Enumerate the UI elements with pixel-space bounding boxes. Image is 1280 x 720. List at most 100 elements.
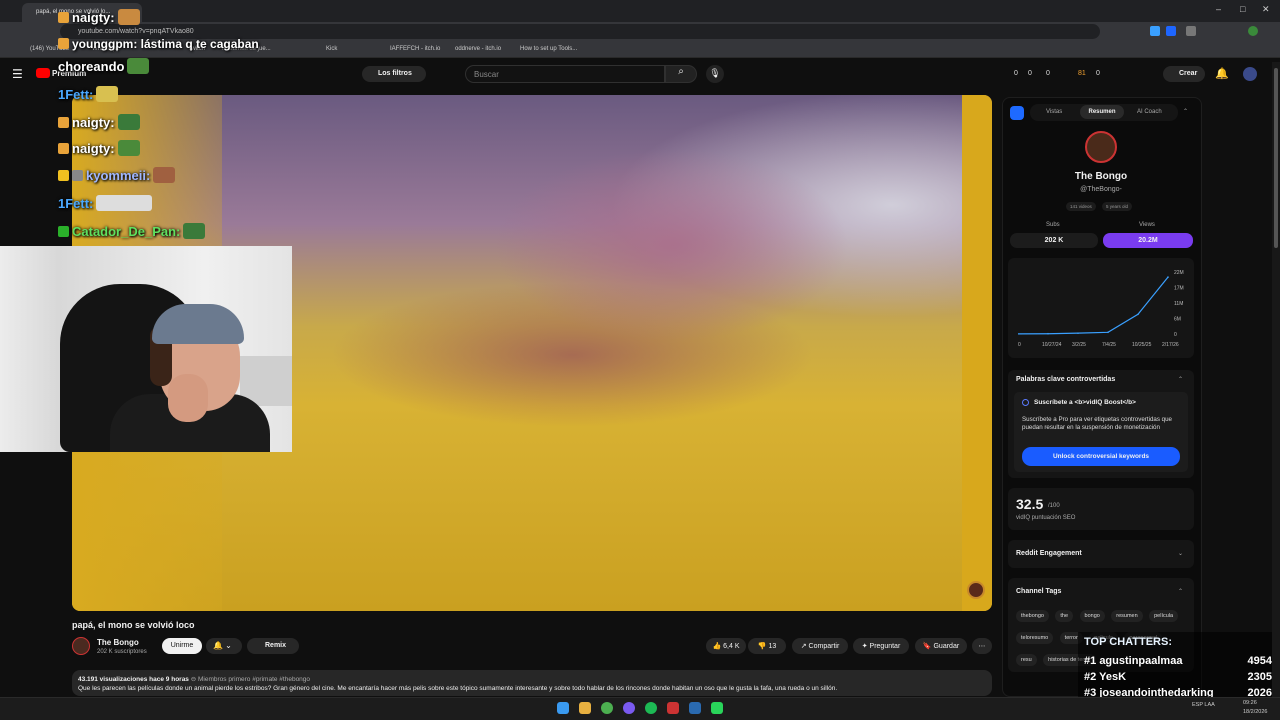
tag[interactable]: the: [1055, 610, 1074, 622]
top-chatter-row: #1 agustinpaalmaa: [1084, 655, 1183, 667]
chat-message: younggpm: lástima q te cagaban: [58, 37, 259, 51]
stat-value: 0: [1028, 70, 1032, 77]
channel-watermark-icon: [967, 581, 985, 599]
unlock-keywords-button[interactable]: Unlock controversial keywords: [1022, 447, 1180, 466]
extension-icon[interactable]: [1150, 26, 1160, 36]
browser-tab-bar: papá, el mono se volvió lo... – □ ✕: [0, 0, 1280, 22]
ask-button[interactable]: ✦ Preguntar: [853, 638, 909, 654]
person-cap: [152, 304, 244, 344]
more-actions-button[interactable]: ⋯: [972, 638, 992, 654]
bookmark[interactable]: Kick: [326, 46, 337, 52]
filters-label: Los filtros: [378, 70, 412, 77]
search-input[interactable]: Buscar: [465, 65, 665, 83]
stat-value: 0: [1014, 70, 1018, 77]
start-icon[interactable]: [557, 702, 569, 714]
tag[interactable]: resumen: [1111, 610, 1143, 622]
y-tick-label: 17M: [1174, 286, 1184, 292]
obs-icon[interactable]: [623, 702, 635, 714]
chevron-up-icon[interactable]: ⌃: [1178, 376, 1183, 383]
extension-icon[interactable]: [1186, 26, 1196, 36]
bookmark[interactable]: IAFFEFCH - itch.io: [390, 46, 440, 52]
tab-ai-coach[interactable]: AI Coach: [1137, 109, 1162, 115]
share-button[interactable]: ↗ Compartir: [792, 638, 848, 654]
like-button[interactable]: 👍 6,4 K: [706, 638, 746, 654]
chevron-up-icon[interactable]: ⌃: [1178, 588, 1183, 595]
views-data-point: [1167, 276, 1169, 278]
notification-bell-button[interactable]: 🔔 ⌄: [206, 638, 242, 654]
url-text: youtube.com/watch?v=pnqATVkao80: [78, 28, 194, 35]
x-tick-label: 7/4/25: [1102, 342, 1116, 348]
channel-avatar[interactable]: [72, 637, 90, 655]
views-data-point: [1077, 332, 1079, 334]
tag[interactable]: bongo: [1079, 610, 1105, 622]
reddit-engagement-card[interactable]: Reddit Engagement ⌄: [1008, 540, 1194, 568]
subs-label: Subs: [1046, 222, 1060, 228]
menu-icon[interactable]: ☰: [12, 67, 23, 81]
boost-text: Suscríbete a Pro para ver etiquetas cont…: [1022, 416, 1172, 431]
save-button[interactable]: 🔖 Guardar: [915, 638, 967, 654]
y-tick-label: 11M: [1174, 301, 1183, 307]
tag[interactable]: teloresumo: [1016, 632, 1054, 644]
create-label: Crear: [1179, 70, 1198, 77]
file-explorer-icon[interactable]: [579, 702, 591, 714]
views-data-point: [1137, 313, 1139, 316]
clock-time[interactable]: 09:26: [1243, 700, 1257, 706]
spotify-icon[interactable]: [645, 702, 657, 714]
close-icon[interactable]: ✕: [1262, 4, 1270, 15]
stat-value: 81: [1078, 70, 1086, 77]
chevron-down-icon[interactable]: ⌄: [1178, 550, 1183, 557]
channel-age: 5 years old: [1102, 202, 1133, 211]
dislike-icon: 👎: [757, 643, 767, 650]
windows-taskbar: [0, 697, 1280, 720]
create-button[interactable]: Crear: [1163, 66, 1205, 82]
filters-button[interactable]: Los filtros: [362, 66, 426, 82]
notifications-icon[interactable]: 🔔: [1215, 67, 1229, 80]
subs-value[interactable]: 202 K: [1010, 233, 1098, 248]
tag[interactable]: thebongo: [1016, 610, 1049, 622]
bookmark[interactable]: oddnerve - itch.io: [455, 46, 501, 52]
tab-views[interactable]: Vistas: [1046, 109, 1062, 115]
minimize-icon[interactable]: –: [1216, 4, 1221, 14]
bookmark[interactable]: How to set up Tools...: [520, 46, 577, 52]
vidiq-logo-icon: [1010, 106, 1024, 120]
stat-value: 0: [1096, 70, 1100, 77]
tag[interactable]: resu: [1016, 654, 1037, 666]
description-box[interactable]: [72, 670, 992, 696]
tag[interactable]: película: [1149, 610, 1179, 622]
voice-search-icon[interactable]: 🎙: [706, 65, 724, 83]
join-button[interactable]: Unirme: [162, 638, 202, 654]
remix-button[interactable]: Remix: [247, 638, 299, 654]
views-chart-card: 22M 17M 11M 6M 0 0 10/27/24 3/2/25 7/4/25 10/25/2…: [1008, 258, 1194, 358]
extension-icon[interactable]: [1166, 26, 1176, 36]
language-indicator[interactable]: ESP LAA: [1192, 702, 1215, 708]
controversial-keywords-card: Palabras clave controvertidas ⌃ Suscríbe…: [1008, 370, 1194, 478]
bell-icon: 🔔 ⌄: [213, 641, 232, 650]
like-icon: 👍: [712, 643, 722, 650]
boost-title: Suscríbete a <b>vidIQ Boost</b>: [1034, 399, 1136, 406]
youtube-logo-icon[interactable]: [36, 68, 50, 78]
channel-name[interactable]: The Bongo: [97, 638, 139, 647]
views-label: Views: [1139, 222, 1155, 228]
collapse-icon[interactable]: ⌃: [1183, 108, 1188, 115]
video-meta: 43.191 visualizaciones hace 9 horas ⊖ Mi…: [78, 676, 311, 683]
top-chatter-row: #2 YesK: [1084, 671, 1127, 683]
vidiq-channel-handle: @TheBongo-: [1080, 186, 1122, 193]
chrome-icon[interactable]: [601, 702, 613, 714]
views-value[interactable]: 20.2M: [1103, 233, 1193, 248]
dislike-button[interactable]: 👎 13: [748, 638, 786, 654]
steam-icon[interactable]: [689, 702, 701, 714]
chat-message: 1Fett:: [58, 86, 119, 102]
tab-summary[interactable]: Resumen: [1080, 105, 1124, 119]
app-icon[interactable]: [667, 702, 679, 714]
chat-message: kyommeii:: [58, 167, 176, 183]
maximize-icon[interactable]: □: [1240, 4, 1245, 14]
x-tick-label: 10/27/24: [1042, 342, 1062, 348]
scrollbar-thumb[interactable]: [1274, 68, 1278, 248]
x-tick-label: 2/17/26: [1162, 342, 1179, 348]
account-avatar[interactable]: [1243, 67, 1257, 81]
profile-avatar[interactable]: [1248, 26, 1258, 36]
clock-date[interactable]: 18/2/2026: [1243, 709, 1267, 715]
search-button[interactable]: ⌕: [665, 65, 697, 83]
chat-message: 1Fett:: [58, 195, 153, 211]
kick-icon[interactable]: [711, 702, 723, 714]
